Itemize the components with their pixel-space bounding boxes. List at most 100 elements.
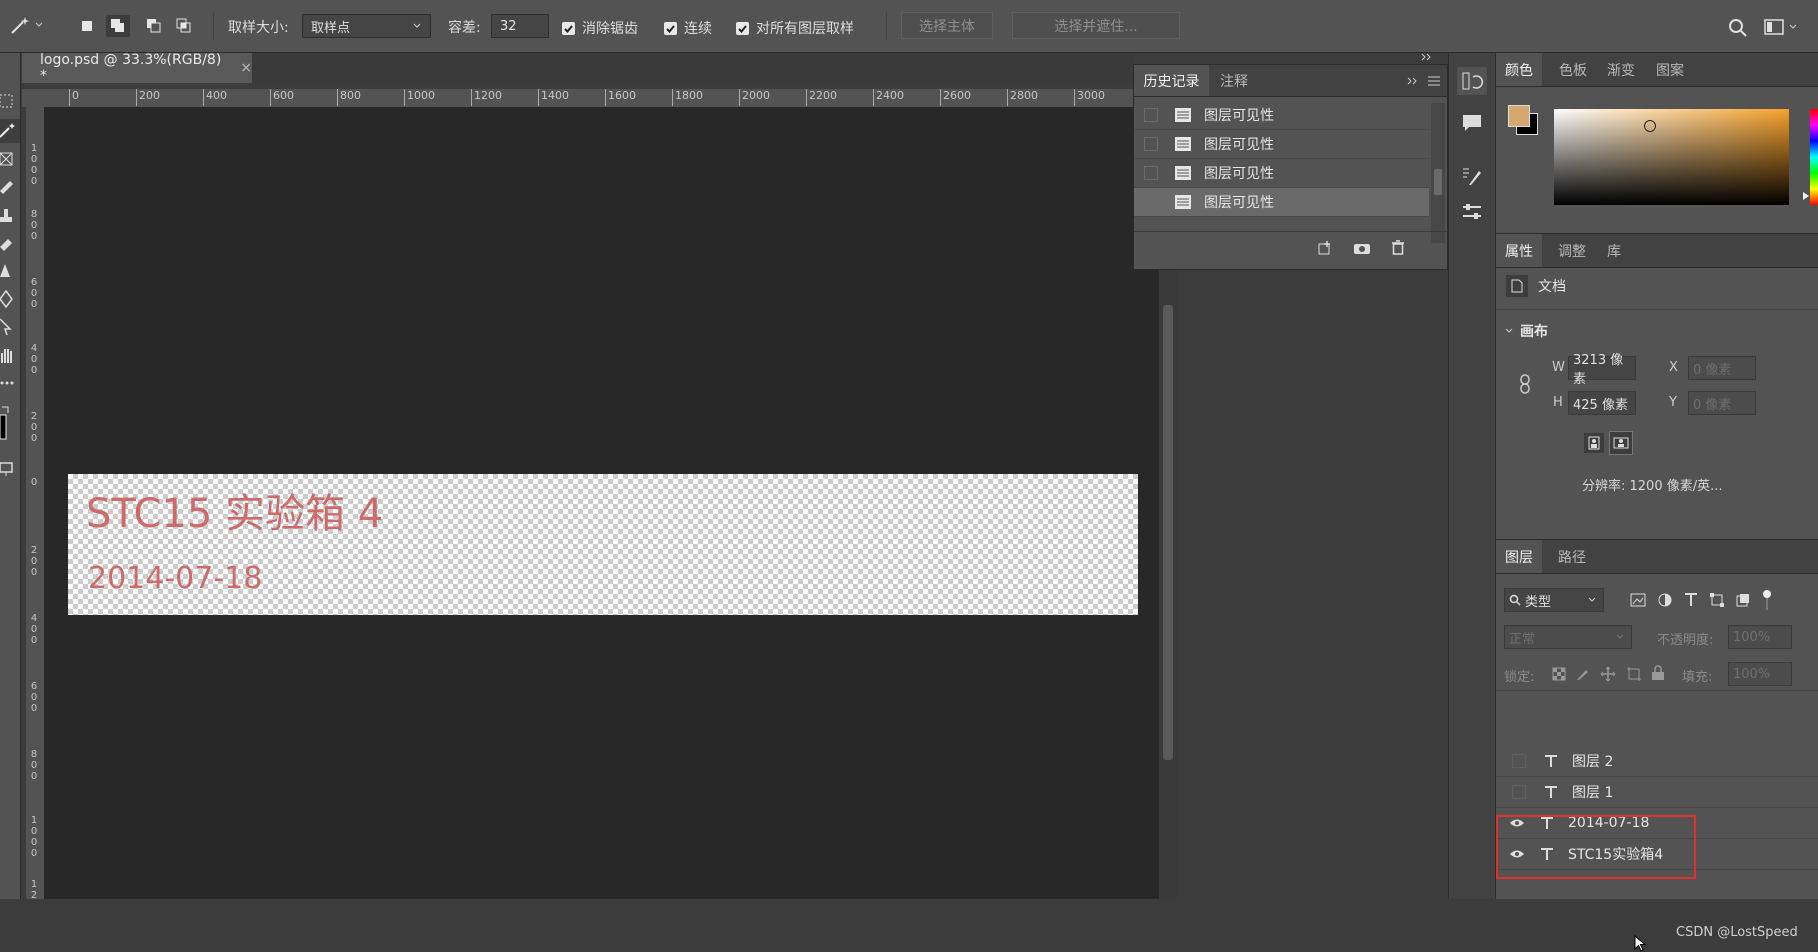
lock-position-icon[interactable]: [1600, 666, 1616, 682]
landscape-orientation-icon[interactable]: [1609, 431, 1633, 455]
tab-adjustments[interactable]: 调整: [1558, 234, 1586, 267]
trash-icon[interactable]: [1390, 239, 1406, 256]
hand-tool-icon[interactable]: [0, 343, 20, 367]
history-checkbox[interactable]: [1144, 195, 1158, 209]
filter-adjustment-icon[interactable]: [1658, 593, 1672, 607]
tab-color[interactable]: 颜色: [1496, 53, 1542, 86]
history-item[interactable]: 图层可见性: [1134, 188, 1429, 217]
document-tab[interactable]: logo.psd @ 33.3%(RGB/8) * ×: [22, 52, 252, 84]
filter-pixel-icon[interactable]: [1630, 593, 1646, 607]
contiguous-checkbox[interactable]: 连续: [664, 18, 712, 38]
ruler-tick-label: 200: [136, 89, 160, 106]
screen-mode-icon[interactable]: [0, 457, 20, 481]
link-dimensions-icon[interactable]: [1518, 374, 1532, 394]
layer-row[interactable]: 图层 2: [1496, 745, 1818, 777]
history-scrollbar[interactable]: [1431, 103, 1445, 243]
add-to-selection-icon[interactable]: [106, 15, 130, 37]
history-checkbox[interactable]: [1144, 166, 1158, 180]
crop-tool-icon[interactable]: [0, 147, 20, 171]
visibility-toggle-empty[interactable]: [1512, 784, 1526, 799]
new-document-from-state-icon[interactable]: [1317, 240, 1335, 256]
select-and-mask-button[interactable]: 选择并遮住...: [1012, 12, 1180, 39]
canvas-y-input[interactable]: 0 像素: [1688, 391, 1756, 415]
fill-input[interactable]: 100%: [1728, 662, 1792, 686]
eraser-tool-icon[interactable]: [0, 231, 20, 255]
expand-panel-icon[interactable]: [1406, 76, 1420, 86]
ruler-tool-icon[interactable]: [0, 175, 20, 199]
filter-shape-icon[interactable]: [1710, 593, 1724, 607]
tab-history[interactable]: 历史记录: [1134, 65, 1209, 96]
intersect-selection-icon[interactable]: [174, 16, 194, 36]
tolerance-input[interactable]: 32: [491, 14, 549, 38]
portrait-orientation-icon[interactable]: [1584, 433, 1604, 453]
filter-toggle-icon[interactable]: [1762, 589, 1772, 611]
sample-all-layers-checkbox[interactable]: 对所有图层取样: [736, 18, 854, 38]
snapshot-camera-icon[interactable]: [1353, 240, 1371, 256]
options-bar: 取样大小: 取样点 容差: 32 消除锯齿 连续 对所有图层取样 选择主体 选择…: [0, 0, 1818, 53]
foreground-color-swatch[interactable]: [0, 413, 20, 443]
layer-row[interactable]: 图层 1: [1496, 776, 1818, 808]
tab-paths[interactable]: 路径: [1558, 540, 1586, 573]
workspace-switcher[interactable]: [1764, 18, 1798, 36]
lock-all-icon[interactable]: [1651, 665, 1665, 681]
history-item[interactable]: 图层可见性: [1134, 101, 1429, 130]
notes-panel-icon[interactable]: [1461, 113, 1483, 133]
history-checkbox[interactable]: [1144, 137, 1158, 151]
tab-notes[interactable]: 注释: [1220, 65, 1248, 96]
magic-wand-tool-preset[interactable]: [8, 14, 44, 36]
path-selection-tool-icon[interactable]: [0, 315, 20, 339]
close-tab-icon[interactable]: ×: [240, 60, 252, 76]
magic-wand-tool-icon[interactable]: [0, 119, 20, 143]
lock-transparent-icon[interactable]: [1552, 667, 1566, 681]
lock-pixels-icon[interactable]: [1576, 667, 1590, 681]
history-checkbox[interactable]: [1144, 108, 1158, 122]
canvas-width-input[interactable]: 3213 像素: [1568, 353, 1636, 387]
history-item[interactable]: 图层可见性: [1134, 159, 1429, 188]
tab-patterns[interactable]: 图案: [1656, 53, 1684, 86]
tab-gradients[interactable]: 渐变: [1607, 53, 1635, 86]
visibility-toggle-empty[interactable]: [1512, 753, 1526, 768]
collapse-panels-icon[interactable]: [1420, 52, 1434, 62]
checkmark-icon: [736, 21, 749, 35]
subtract-selection-icon[interactable]: [144, 16, 164, 36]
foreground-color-swatch[interactable]: [1508, 105, 1530, 127]
color-picker-cursor[interactable]: [1644, 120, 1656, 132]
ruler-origin[interactable]: [22, 89, 44, 107]
filter-type-icon[interactable]: [1684, 592, 1698, 608]
tab-libraries[interactable]: 库: [1607, 234, 1621, 267]
hue-slider-arrow-icon[interactable]: [1802, 191, 1810, 201]
select-subject-button[interactable]: 选择主体: [901, 12, 993, 39]
document-canvas[interactable]: STC15 实验箱 4 2014-07-18: [68, 474, 1138, 615]
color-picker-field[interactable]: [1554, 109, 1789, 205]
scrollbar-thumb[interactable]: [1163, 305, 1173, 760]
layer-filter-select[interactable]: 类型: [1504, 588, 1604, 612]
history-panel-icon[interactable]: [1457, 67, 1487, 95]
adjustment-sliders-icon[interactable]: [1461, 201, 1483, 223]
marquee-tool-icon[interactable]: [0, 89, 20, 113]
canvas-height-input[interactable]: 425 像素: [1568, 391, 1636, 415]
filter-smart-object-icon[interactable]: [1736, 593, 1750, 607]
opacity-input[interactable]: 100%: [1728, 625, 1792, 649]
height-label: H: [1553, 395, 1563, 410]
blend-mode-select[interactable]: 正常: [1504, 625, 1632, 649]
stamp-tool-icon[interactable]: [0, 203, 20, 227]
lock-artboard-icon[interactable]: [1626, 666, 1642, 682]
tab-properties[interactable]: 属性: [1496, 234, 1542, 267]
panel-menu-icon[interactable]: [1427, 75, 1441, 87]
canvas-title-text[interactable]: STC15 实验箱 4: [86, 490, 383, 538]
history-item[interactable]: 图层可见性: [1134, 130, 1429, 159]
brush-settings-icon[interactable]: [1461, 165, 1483, 187]
gradient-tool-icon[interactable]: [0, 259, 20, 283]
canvas-section-toggle[interactable]: 画布: [1504, 321, 1548, 341]
search-icon[interactable]: [1728, 18, 1748, 38]
tab-swatches[interactable]: 色板: [1559, 53, 1587, 86]
sample-size-select[interactable]: 取样点: [302, 14, 431, 38]
new-selection-icon[interactable]: [80, 19, 94, 33]
anti-alias-checkbox[interactable]: 消除锯齿: [562, 18, 638, 38]
canvas-x-input[interactable]: 0 像素: [1688, 356, 1756, 380]
pen-tool-icon[interactable]: [0, 287, 20, 311]
tab-layers[interactable]: 图层: [1496, 540, 1542, 573]
canvas-date-text[interactable]: 2014-07-18: [88, 561, 262, 597]
more-tools-icon[interactable]: [0, 371, 20, 395]
hue-slider[interactable]: [1810, 109, 1818, 205]
